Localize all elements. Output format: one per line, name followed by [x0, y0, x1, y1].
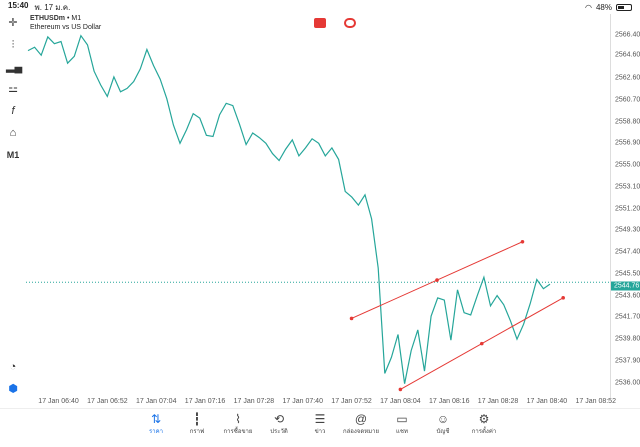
status-time: 15:40 [8, 0, 29, 10]
nav-label: การซื้อขาย [223, 429, 253, 435]
nav-label: การตั้งค่า [471, 429, 497, 435]
price-tick-label: 2549.30 [615, 226, 640, 234]
nav-item-account[interactable]: ☺ บัญชี [423, 409, 464, 447]
indicators-icon[interactable]: ⚍ [6, 82, 20, 96]
bottom-nav: ⇅ ราคา ┇ กราฟ ⌇ การซื้อขาย ⟲ ประวัติ ☰ ข่าว @ กล่อง… [0, 408, 640, 447]
time-tick-label: 17 Jan 08:40 [526, 398, 568, 405]
status-date: พ. 17 ม.ค. [34, 2, 71, 12]
price-tick-label: 2537.90 [615, 357, 640, 365]
volume-icon[interactable]: ▂▄ [6, 60, 22, 74]
time-tick-label: 17 Jan 07:28 [233, 398, 275, 405]
nav-label: กราฟ [189, 429, 205, 435]
price-series-line [27, 34, 551, 384]
price-chart[interactable] [26, 14, 612, 398]
price-tick-label: 2543.60 [615, 292, 640, 300]
chart-area[interactable] [26, 14, 612, 398]
time-tick-label: 17 Jan 08:28 [477, 398, 519, 405]
news-icon: ☰ [314, 412, 326, 426]
price-tick-label: 2547.40 [615, 248, 640, 256]
channel-handle[interactable] [435, 278, 439, 282]
nav-label: ราคา [149, 429, 163, 435]
status-right: ◠ 48% [585, 3, 632, 12]
status-bar: 15:40 พ. 17 ม.ค. ◠ 48% [0, 0, 640, 14]
settings-icon: ⚙ [478, 412, 490, 426]
crosshair-icon[interactable]: ✛ [6, 16, 20, 30]
history-icon: ⟲ [273, 412, 285, 426]
channel-handle[interactable] [561, 296, 565, 300]
nav-label: แชท [396, 429, 408, 435]
price-tick-label: 2558.80 [615, 118, 640, 126]
time-tick-label: 17 Jan 06:40 [38, 398, 79, 405]
nav-label: ประวัติ [270, 429, 288, 435]
timeframe-button[interactable]: M1 [6, 148, 20, 162]
nav-label: กล่องจดหมาย [342, 429, 380, 435]
nav-item-trade[interactable]: ⌇ การซื้อขาย [218, 409, 259, 447]
price-tick-label: 2560.70 [615, 96, 640, 104]
account-icon: ☺ [436, 412, 450, 426]
nav-item-history[interactable]: ⟲ ประวัติ [259, 409, 300, 447]
mailbox-icon: @ [354, 412, 368, 426]
nav-item-mailbox[interactable]: @ กล่องจดหมาย [341, 409, 382, 447]
quotes-icon: ⇅ [150, 412, 162, 426]
chart-type-icon[interactable]: ⫶ [6, 38, 20, 52]
time-tick-label: 17 Jan 07:04 [135, 398, 177, 405]
nav-item-chat[interactable]: ▭ แชท [382, 409, 423, 447]
nav-label: บัญชี [436, 429, 450, 435]
nav-item-quotes[interactable]: ⇅ ราคา [136, 409, 177, 447]
channel-handle[interactable] [398, 387, 403, 392]
price-tick-label: 2556.90 [615, 139, 640, 147]
price-tick-label: 2566.40 [615, 31, 640, 39]
nav-label: ข่าว [314, 429, 326, 435]
price-tick-label: 2536.00 [615, 379, 640, 387]
left-toolbar: ✛ ⫶ ▂▄ ⚍ f ⌂ M1 ◔ ⬢ [0, 14, 26, 404]
price-axis: 2544.76 2566.40 2564.60 2562.60 2560.70 2558… [610, 14, 640, 398]
time-tick-label: 17 Jan 08:04 [380, 398, 421, 405]
time-axis: 17 Jan 06:40 17 Jan 06:52 17 Jan 07:04 17 J… [26, 398, 616, 408]
wifi-icon: ◠ [585, 2, 592, 12]
chart-icon: ┇ [193, 412, 201, 426]
time-tick-label: 17 Jan 06:52 [87, 398, 128, 405]
battery-icon [616, 3, 632, 11]
chat-icon: ▭ [396, 412, 408, 426]
nav-item-news[interactable]: ☰ ข่าว [300, 409, 341, 447]
time-tick-label: 17 Jan 07:16 [184, 398, 226, 405]
price-tick-label: 2562.60 [615, 74, 640, 82]
signal-icon[interactable]: ◔ [6, 360, 20, 374]
time-tick-label: 17 Jan 07:40 [282, 398, 323, 405]
price-tick-label: 2555.00 [615, 161, 640, 169]
function-icon[interactable]: f [6, 104, 20, 118]
price-tick-label: 2545.50 [615, 270, 640, 278]
time-tick-label: 17 Jan 08:52 [575, 398, 616, 405]
channel-handle[interactable] [349, 316, 354, 321]
time-tick-label: 17 Jan 07:52 [331, 398, 372, 405]
channel-handle[interactable] [520, 239, 525, 244]
one-click-icon[interactable]: ⬢ [6, 382, 20, 396]
trade-icon: ⌇ [235, 412, 241, 426]
channel-handle[interactable] [479, 341, 484, 346]
price-tick-label: 2564.60 [615, 51, 640, 59]
price-tick-label: 2539.80 [615, 335, 640, 343]
status-left: 15:40 พ. 17 ม.ค. [8, 1, 70, 14]
price-tick-label: 2551.20 [615, 205, 640, 213]
current-price-tag: 2544.76 [611, 281, 640, 291]
objects-icon[interactable]: ⌂ [6, 126, 20, 140]
price-tick-label: 2541.70 [615, 313, 640, 321]
battery-percent: 48% [595, 2, 612, 12]
nav-item-settings[interactable]: ⚙ การตั้งค่า [464, 409, 505, 447]
time-tick-label: 17 Jan 08:16 [428, 398, 470, 405]
nav-item-chart[interactable]: ┇ กราฟ [177, 409, 218, 447]
price-tick-label: 2553.10 [615, 183, 640, 191]
